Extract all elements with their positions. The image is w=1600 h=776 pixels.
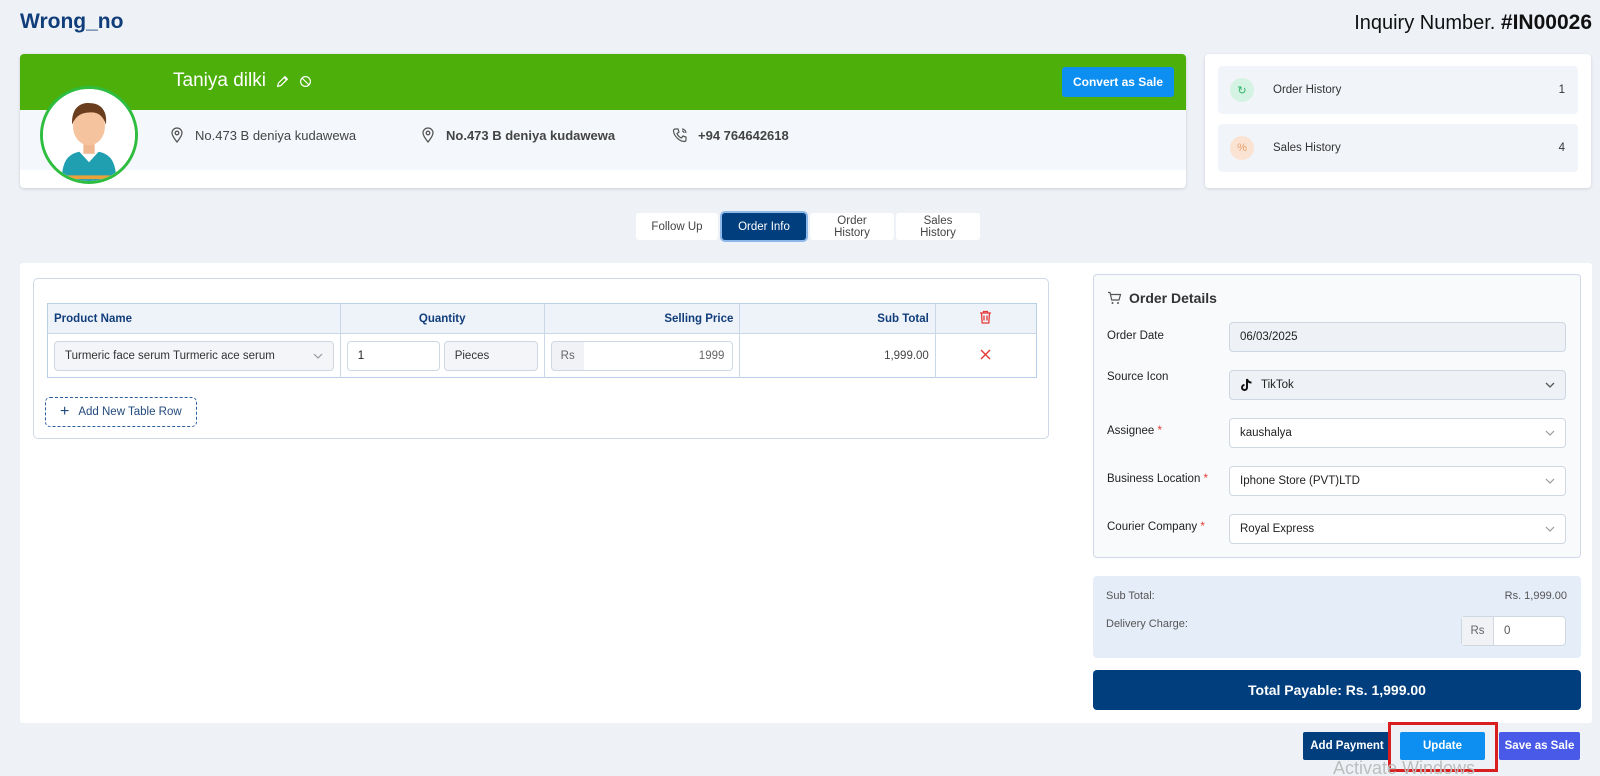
inquiry-number: Inquiry Number. #IN00026 — [1354, 11, 1592, 35]
history-label: Order History — [1273, 84, 1342, 96]
subtotal-label: Sub Total: — [1106, 590, 1155, 602]
source-label: Source Icon — [1107, 371, 1169, 383]
refresh-icon: ↻ — [1230, 78, 1254, 102]
cell-price: Rs 1999 — [544, 333, 741, 378]
business-location-label: Business Location * — [1107, 473, 1208, 485]
business-location-value: Iphone Store (PVT)LTD — [1240, 475, 1360, 487]
order-details-title-text: Order Details — [1129, 290, 1217, 306]
header-delete — [935, 303, 1037, 334]
courier-company-value: Royal Express — [1240, 523, 1315, 535]
header-product: Product Name — [47, 303, 341, 334]
delivery-charge-label: Delivery Charge: — [1106, 618, 1188, 630]
cell-subtotal: 1,999.00 — [739, 333, 936, 378]
product-table: Product Name Quantity Selling Price Sub … — [47, 303, 1037, 378]
location-pin-icon — [171, 127, 183, 143]
address-item-2: No.473 B deniya kudawewa — [420, 127, 615, 143]
currency-prefix: Rs — [551, 341, 584, 370]
assignee-label: Assignee * — [1107, 425, 1162, 437]
table-header-row: Product Name Quantity Selling Price Sub … — [47, 303, 1037, 334]
tab-order-info[interactable]: Order Info — [722, 213, 806, 240]
header-quantity: Quantity — [340, 303, 545, 334]
courier-company-label-text: Courier Company — [1107, 521, 1198, 533]
history-row-sales[interactable]: % Sales History 4 — [1218, 124, 1578, 172]
quantity-input[interactable]: 1 — [346, 340, 440, 371]
product-value: Turmeric face serum Turmeric ace serum — [65, 349, 275, 362]
edit-icon[interactable] — [276, 75, 289, 88]
order-date-field[interactable]: 06/03/2025 — [1229, 322, 1566, 352]
phone-text: +94 764642618 — [698, 127, 789, 143]
price-input[interactable]: Rs 1999 — [550, 340, 734, 371]
windows-watermark: Activate Windows — [1333, 758, 1476, 776]
order-date-label: Order Date — [1107, 330, 1164, 342]
delivery-charge-input[interactable]: Rs 0 — [1461, 616, 1566, 646]
inquiry-label: Inquiry Number. — [1354, 12, 1496, 34]
customer-name: Taniya dilki — [173, 70, 266, 91]
cell-remove — [935, 333, 1037, 378]
avatar — [40, 86, 138, 184]
cart-icon — [1108, 291, 1122, 304]
tab-sales-history[interactable]: Sales History — [896, 213, 980, 240]
history-count: 4 — [1558, 142, 1565, 154]
assignee-value: kaushalya — [1240, 427, 1292, 439]
history-count: 1 — [1558, 84, 1565, 96]
chevron-down-icon — [1545, 430, 1555, 436]
business-location-select[interactable]: Iphone Store (PVT)LTD — [1229, 466, 1566, 496]
customer-name-row: Taniya dilki — [173, 70, 312, 92]
inquiry-value: #IN00026 — [1500, 11, 1592, 34]
courier-company-select[interactable]: Royal Express — [1229, 514, 1566, 544]
save-as-sale-button[interactable]: Save as Sale — [1499, 732, 1580, 760]
add-new-table-row-button[interactable]: + Add New Table Row — [45, 397, 197, 427]
source-select[interactable]: TikTok — [1229, 370, 1566, 400]
add-row-label: Add New Table Row — [78, 406, 182, 418]
assignee-label-text: Assignee — [1107, 425, 1155, 437]
trash-icon[interactable] — [979, 310, 992, 324]
chevron-down-icon — [1545, 478, 1555, 484]
add-payment-button[interactable]: Add Payment — [1303, 732, 1391, 760]
unit-select[interactable]: Pieces — [443, 340, 538, 371]
plus-icon: + — [60, 403, 70, 420]
page-title: Wrong_no — [20, 10, 124, 33]
close-icon[interactable] — [980, 349, 991, 360]
chevron-down-icon — [1545, 526, 1555, 532]
required-mark: * — [1200, 521, 1205, 533]
chevron-down-icon — [313, 353, 323, 359]
business-location-label-text: Business Location — [1107, 473, 1201, 485]
phone-item: +94 764642618 — [672, 127, 789, 143]
address-text-1: No.473 B deniya kudawewa — [195, 127, 357, 143]
address-item-1: No.473 B deniya kudawewa — [169, 127, 356, 143]
subtotal-value: Rs. 1,999.00 — [1504, 590, 1567, 602]
total-payable: Total Payable: Rs. 1,999.00 — [1093, 670, 1581, 710]
product-select[interactable]: Turmeric face serum Turmeric ace serum — [54, 340, 334, 371]
price-value: 1999 — [698, 349, 725, 362]
convert-as-sale-button[interactable]: Convert as Sale — [1061, 67, 1174, 97]
source-value: TikTok — [1261, 379, 1294, 391]
required-mark: * — [1157, 425, 1162, 437]
history-card: ↻ Order History 1 % Sales History 4 — [1205, 54, 1591, 188]
tab-follow-up[interactable]: Follow Up — [636, 213, 718, 240]
percent-icon: % — [1230, 136, 1254, 160]
currency-prefix: Rs — [1462, 617, 1494, 645]
delivery-charge-value: 0 — [1504, 625, 1511, 637]
cell-product: Turmeric face serum Turmeric ace serum — [47, 333, 341, 378]
customer-card: Taniya dilki Convert as Sale No.473 B de… — [20, 54, 1186, 188]
address-text-2: No.473 B deniya kudawewa — [446, 127, 616, 143]
header-subtotal: Sub Total — [739, 303, 936, 334]
history-label: Sales History — [1273, 142, 1341, 154]
courier-company-label: Courier Company * — [1107, 521, 1205, 533]
cell-quantity: 1 Pieces — [340, 333, 545, 378]
block-icon[interactable] — [299, 75, 312, 88]
tiktok-icon — [1241, 378, 1252, 391]
customer-avatar-icon — [43, 89, 135, 181]
required-mark: * — [1203, 473, 1209, 485]
table-row: Turmeric face serum Turmeric ace serum 1… — [47, 333, 1037, 378]
location-pin-icon — [422, 127, 434, 143]
phone-icon — [672, 128, 687, 143]
header-price: Selling Price — [544, 303, 741, 334]
chevron-down-icon — [1545, 382, 1555, 388]
assignee-select[interactable]: kaushalya — [1229, 418, 1566, 448]
tab-order-history[interactable]: Order History — [810, 213, 894, 240]
history-row-order[interactable]: ↻ Order History 1 — [1218, 66, 1578, 114]
order-details-title: Order Details — [1107, 290, 1217, 306]
tab-bar: Follow Up Order Info Order History Sales… — [636, 213, 980, 240]
